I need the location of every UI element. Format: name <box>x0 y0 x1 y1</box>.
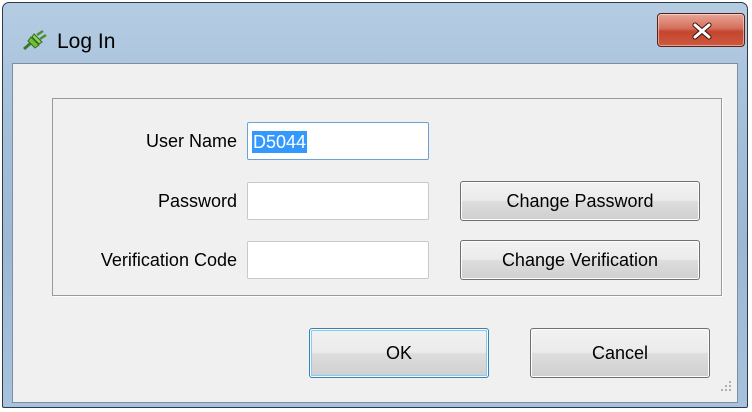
password-input[interactable] <box>247 182 429 220</box>
change-verification-button[interactable]: Change Verification <box>460 240 700 280</box>
resize-grip-icon[interactable] <box>719 379 733 398</box>
username-input[interactable]: D5044 <box>247 122 429 160</box>
close-button[interactable] <box>657 13 745 47</box>
close-icon <box>692 22 712 40</box>
username-label: User Name <box>145 131 237 151</box>
dialog-body: User Name D5044 Password Change Password… <box>12 63 738 403</box>
change-password-button[interactable]: Change Password <box>460 181 700 221</box>
password-label: Password <box>157 191 237 211</box>
login-window: Log In User Name D5044 Password Change P… <box>2 2 748 408</box>
verification-code-input[interactable] <box>247 241 429 279</box>
ok-button[interactable]: OK <box>309 328 489 378</box>
title-bar[interactable]: Log In <box>3 3 747 63</box>
credentials-group: User Name D5044 Password Change Password… <box>52 98 722 296</box>
window-title: Log In <box>57 30 116 53</box>
cancel-button[interactable]: Cancel <box>530 328 710 378</box>
plug-icon <box>21 29 49 53</box>
username-value: D5044 <box>252 131 308 153</box>
verification-code-label: Verification Code <box>100 250 237 270</box>
